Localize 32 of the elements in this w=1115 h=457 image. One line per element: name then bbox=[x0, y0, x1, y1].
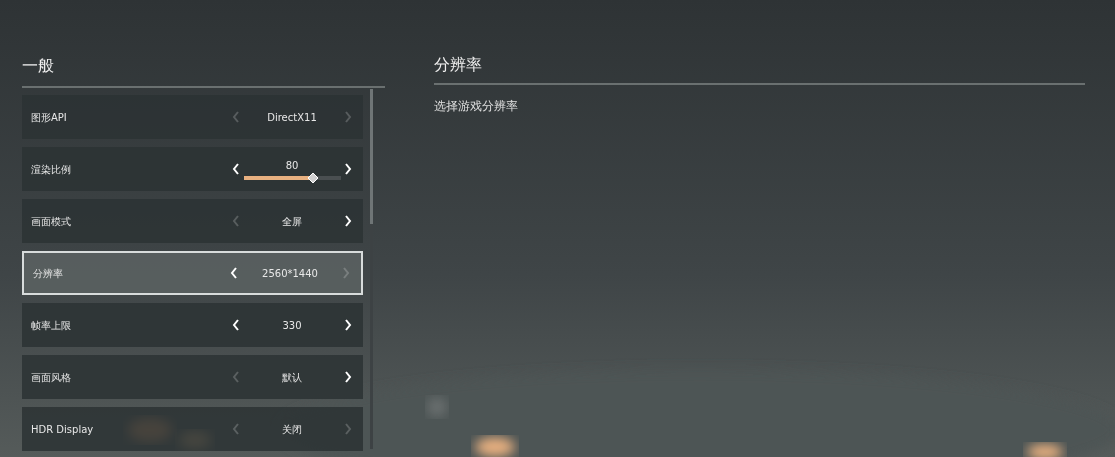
setting-row[interactable]: 画面模式 全屏 bbox=[22, 199, 363, 243]
setting-label: HDR Display bbox=[31, 422, 95, 437]
chevron-left-icon[interactable] bbox=[232, 163, 240, 175]
setting-label: 画面风格 bbox=[31, 370, 72, 385]
setting-value: 80 bbox=[285, 159, 299, 173]
slider-thumb-icon[interactable] bbox=[308, 173, 319, 183]
setting-row[interactable]: 分辨率 2560*1440 bbox=[22, 251, 363, 295]
setting-value: 全屏 bbox=[282, 214, 302, 229]
chevron-right-icon[interactable] bbox=[344, 319, 352, 331]
chevron-right-icon[interactable] bbox=[344, 215, 352, 227]
setting-row[interactable]: 画面风格 默认 bbox=[22, 355, 363, 399]
setting-value: 关闭 bbox=[282, 422, 302, 437]
chevron-right-icon[interactable] bbox=[344, 163, 352, 175]
setting-value: 330 bbox=[282, 318, 302, 333]
setting-value: 2560*1440 bbox=[262, 266, 318, 281]
setting-label: 画面模式 bbox=[31, 214, 72, 229]
chevron-left-icon[interactable] bbox=[230, 267, 238, 279]
setting-value: DirectX11 bbox=[267, 110, 317, 125]
detail-title: 分辨率 bbox=[434, 54, 483, 76]
slider-track[interactable] bbox=[243, 176, 341, 180]
detail-description: 选择游戏分辨率 bbox=[434, 98, 519, 115]
setting-label: 图形API bbox=[31, 110, 68, 125]
setting-row[interactable]: 帧率上限 330 bbox=[22, 303, 363, 347]
setting-label: 渲染比例 bbox=[31, 162, 72, 177]
chevron-left-icon[interactable] bbox=[232, 319, 240, 331]
setting-value: 默认 bbox=[282, 370, 302, 385]
scrollbar-thumb[interactable] bbox=[370, 89, 373, 224]
setting-label: 帧率上限 bbox=[31, 318, 72, 333]
setting-label: 分辨率 bbox=[33, 266, 64, 281]
section-title: 一般 bbox=[22, 55, 55, 77]
setting-row[interactable]: 渲染比例 80 bbox=[22, 147, 363, 191]
chevron-right-icon[interactable] bbox=[344, 371, 352, 383]
